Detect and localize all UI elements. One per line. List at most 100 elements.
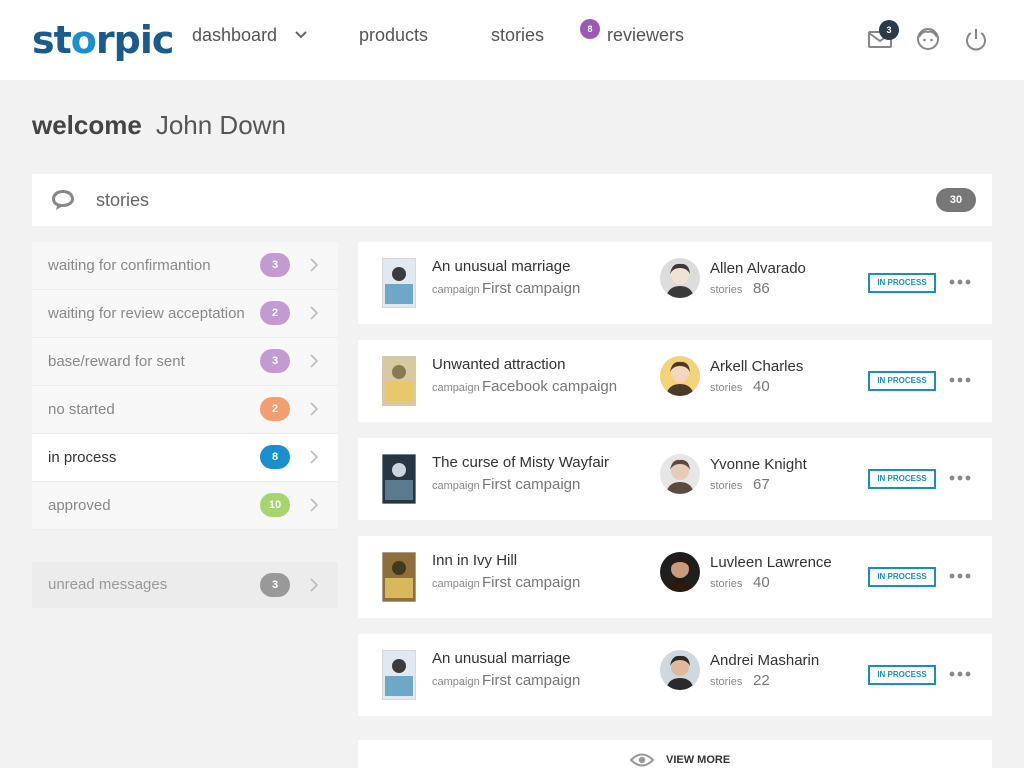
face-icon[interactable] (915, 26, 941, 52)
reviewer-stories-count: 22 (753, 672, 770, 689)
nav-products[interactable]: products (359, 24, 428, 46)
filter-count-badge: 10 (260, 493, 290, 517)
filter-count-badge: 3 (260, 253, 290, 277)
reviewer-avatar[interactable] (660, 258, 700, 298)
stories-count-badge: 30 (936, 188, 976, 212)
filter-label: in process (48, 449, 117, 466)
chevron-right-icon (310, 306, 319, 320)
filter-item[interactable]: waiting for review acceptation 2 (32, 290, 338, 338)
reviewer-stories-label: stories (710, 284, 743, 296)
reviewer-name[interactable]: Allen Alvarado (710, 260, 806, 277)
chevron-right-icon (310, 258, 319, 272)
book-title[interactable]: The curse of Misty Wayfair (432, 454, 609, 471)
chevron-right-icon (310, 498, 319, 512)
book-cover-image[interactable] (382, 650, 416, 700)
filter-count-badge: 3 (260, 349, 290, 373)
book-cover-image[interactable] (382, 356, 416, 406)
reviewer-avatar[interactable] (660, 454, 700, 494)
chat-bubble-icon (52, 190, 74, 210)
stories-title: stories (96, 190, 150, 210)
chevron-right-icon (310, 450, 319, 464)
unread-messages-label: unread messages (48, 576, 168, 593)
filter-item[interactable]: in process 8 (32, 434, 338, 482)
eye-icon (630, 753, 654, 767)
reviewer-avatar[interactable] (660, 650, 700, 690)
reviewer-name[interactable]: Arkell Charles (710, 358, 803, 375)
chevron-down-icon[interactable] (294, 28, 308, 42)
book-title[interactable]: An unusual marriage (432, 258, 570, 275)
filter-label: base/reward for sent (48, 353, 185, 370)
welcome-greeting: welcome (32, 110, 142, 140)
reviewer-stories-label: stories (710, 382, 743, 394)
status-badge: IN PROCESS (868, 567, 936, 587)
filter-label: approved (48, 497, 111, 514)
story-card[interactable]: Unwanted attraction campaign Facebook camp… (358, 340, 992, 422)
story-card[interactable]: An unusual marriage campaign First campaig… (358, 634, 992, 716)
filter-item[interactable]: approved 10 (32, 482, 338, 530)
nav-reviewers[interactable]: reviewers (607, 24, 684, 46)
reviewer-stories-count: 67 (753, 476, 770, 493)
reviewer-stories-label: stories (710, 480, 743, 492)
filter-count-badge: 8 (260, 445, 290, 469)
reviewer-name[interactable]: Yvonne Knight (710, 456, 807, 473)
reviewer-stories-count: 40 (753, 574, 770, 591)
filter-count-badge: 2 (260, 301, 290, 325)
status-badge: IN PROCESS (868, 665, 936, 685)
book-title[interactable]: Inn in Ivy Hill (432, 552, 517, 569)
more-options-icon[interactable] (948, 566, 972, 586)
status-badge: IN PROCESS (868, 273, 936, 293)
reviewer-name[interactable]: Andrei Masharin (710, 652, 819, 669)
reviewer-avatar[interactable] (660, 356, 700, 396)
more-options-icon[interactable] (948, 468, 972, 488)
campaign-label: campaign (432, 480, 480, 492)
story-card[interactable]: Inn in Ivy Hill campaign First campaign Luv… (358, 536, 992, 618)
filter-label: waiting for confirmantion (48, 257, 211, 274)
filter-label: waiting for review acceptation (48, 305, 245, 322)
campaign-label: campaign (432, 382, 480, 394)
storpic-logo[interactable]: storpic (32, 18, 174, 62)
filter-item[interactable]: no started 2 (32, 386, 338, 434)
story-card[interactable]: An unusual marriage campaign First campaig… (358, 242, 992, 324)
more-options-icon[interactable] (948, 272, 972, 292)
unread-messages-count: 3 (260, 573, 290, 597)
status-badge: IN PROCESS (868, 371, 936, 391)
reviewer-name[interactable]: Luvleen Lawrence (710, 554, 832, 571)
view-more-button[interactable]: VIEW MORE (358, 740, 992, 768)
book-cover-image[interactable] (382, 258, 416, 308)
book-cover-image[interactable] (382, 552, 416, 602)
mail-count-badge: 3 (879, 20, 899, 40)
chevron-right-icon (310, 578, 319, 592)
campaign-label: campaign (432, 676, 480, 688)
status-filter-list: waiting for confirmantion 3 waiting for re… (32, 242, 338, 530)
nav-stories[interactable]: stories (491, 24, 544, 46)
chevron-right-icon (310, 402, 319, 416)
nav-dashboard[interactable]: dashboard (192, 24, 277, 46)
user-name: John Down (155, 110, 286, 140)
unread-messages-filter[interactable]: unread messages 3 (32, 562, 338, 608)
book-title[interactable]: Unwanted attraction (432, 356, 565, 373)
campaign-name: First campaign (482, 574, 581, 591)
story-cards-list: An unusual marriage campaign First campaig… (358, 242, 992, 732)
reviewer-avatar[interactable] (660, 552, 700, 592)
more-options-icon[interactable] (948, 370, 972, 390)
story-card[interactable]: The curse of Misty Wayfair campaign First … (358, 438, 992, 520)
reviewer-stories-label: stories (710, 578, 743, 590)
book-title[interactable]: An unusual marriage (432, 650, 570, 667)
filter-item[interactable]: waiting for confirmantion 3 (32, 242, 338, 290)
chevron-right-icon (310, 354, 319, 368)
welcome-heading: welcome John Down (32, 110, 286, 141)
status-badge: IN PROCESS (868, 469, 936, 489)
campaign-name: Facebook campaign (482, 378, 618, 395)
campaign-label: campaign (432, 284, 480, 296)
more-options-icon[interactable] (948, 664, 972, 684)
filter-item[interactable]: base/reward for sent 3 (32, 338, 338, 386)
stories-bar: stories 30 (32, 174, 992, 226)
filter-label: no started (48, 401, 115, 418)
reviewer-stories-count: 40 (753, 378, 770, 395)
reviewer-stories-count: 86 (753, 280, 770, 297)
campaign-label: campaign (432, 578, 480, 590)
reviewers-count-badge: 8 (580, 19, 600, 39)
book-cover-image[interactable] (382, 454, 416, 504)
top-navigation-bar: storpic dashboard products stories 8 rev… (0, 0, 1024, 80)
power-icon[interactable] (963, 26, 989, 52)
